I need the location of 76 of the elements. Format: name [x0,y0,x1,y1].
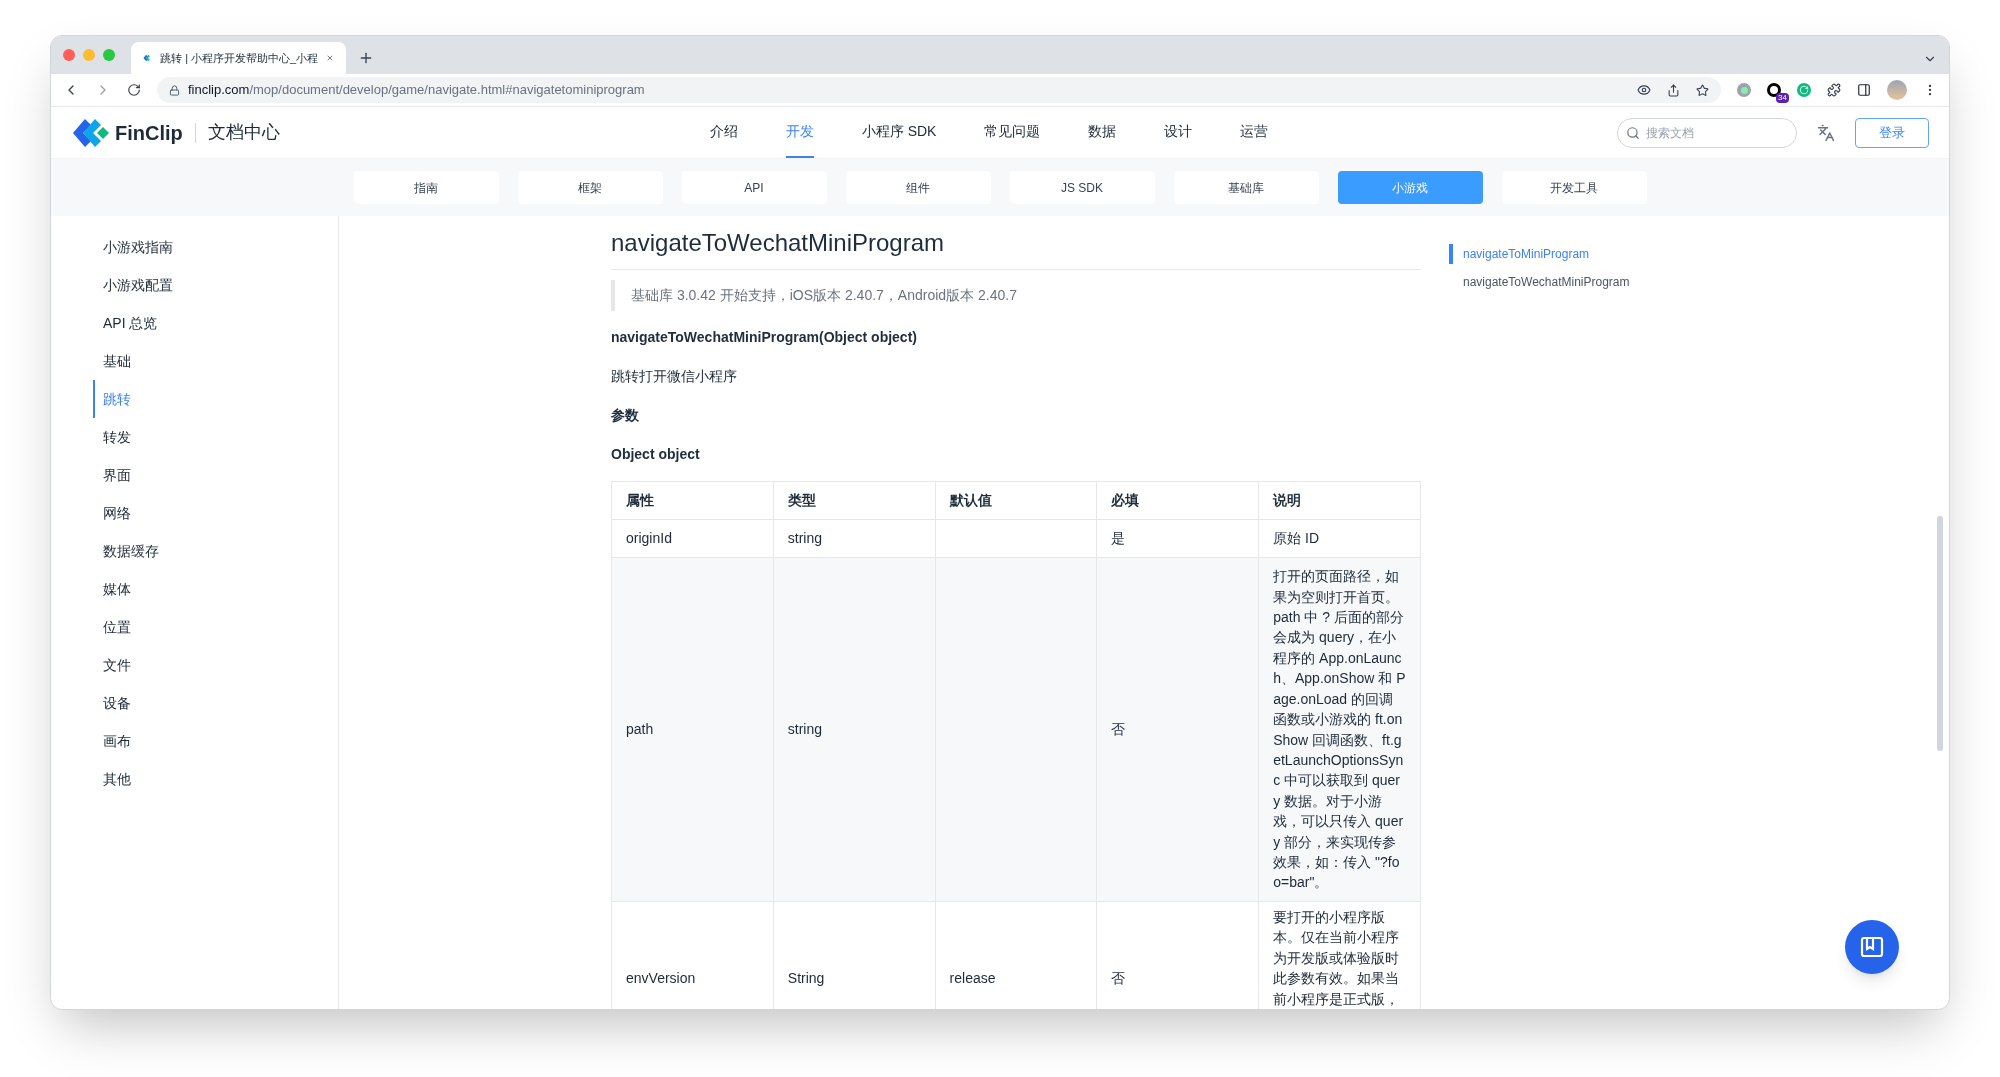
extension-circle-icon[interactable] [1737,83,1751,97]
sidebar-item[interactable]: 跳转 [93,380,338,418]
site-favicon-icon [143,52,153,64]
nav-link[interactable]: 数据 [1088,107,1117,158]
table-cell: string [773,519,936,558]
nav-link[interactable]: 介绍 [709,107,738,158]
table-cell: string [773,557,936,902]
url-text: finclip.com/mop/document/develop/game/navigate.html#navigatetominiprogram [188,81,645,100]
nav-link[interactable]: 常见问题 [984,107,1041,158]
book-icon [1859,934,1885,960]
sidebar-item[interactable]: 小游戏配置 [93,266,338,304]
subnav-tab[interactable]: JS SDK [1009,171,1155,204]
side-panel-icon[interactable] [1857,83,1871,97]
sidebar-item[interactable]: 小游戏指南 [93,228,338,266]
sidebar-item[interactable]: API 总览 [93,304,338,342]
search-field[interactable]: 搜索文档 [1617,117,1797,148]
subnav-tab[interactable]: API [681,171,827,204]
column-header: 默认值 [935,481,1097,520]
brand-name: FinClip [115,120,183,146]
table-cell: 原始 ID [1258,519,1421,558]
floating-help-button[interactable] [1845,920,1899,974]
subnav-tab[interactable]: 框架 [517,171,663,204]
login-button[interactable]: 登录 [1855,117,1929,148]
table-cell: envVersion [611,901,774,1009]
lock-icon [169,84,180,96]
sidebar-item[interactable]: 网络 [93,494,338,532]
sidebar-item[interactable]: 位置 [93,608,338,646]
object-heading: Object object [611,445,701,464]
nav-link[interactable]: 运营 [1240,107,1269,158]
scrollbar-thumb[interactable] [1937,516,1943,751]
sidebar-item[interactable]: 界面 [93,456,338,494]
column-header: 说明 [1258,481,1421,520]
table-cell: 打开的页面路径，如果为空则打开首页。path 中 ? 后面的部分会成为 query，在小程序的 App.onLaunch、App.onShow 和 Page.onLoad 的回调函数或小游戏的 ft.onShow 回调函数、ft.getLaunchOptionsSync 中可以获取到 query 数据。对于小游戏，可以只传入 query 部分，来实现传参效果，如：传入 "?foo=bar"。 [1258,557,1421,902]
address-bar[interactable]: finclip.com/mop/document/develop/game/navigate.html#navigatetominiprogram [157,77,1721,103]
site-section-title: 文档中心 [207,121,280,144]
method-description: 跳转打开微信小程序 [611,367,738,386]
subnav-tab[interactable]: 组件 [845,171,991,204]
table-cell: 是 [1096,519,1259,558]
table-cell: 否 [1096,557,1259,902]
eye-icon[interactable] [1637,83,1651,97]
sidebar-item[interactable]: 转发 [93,418,338,456]
nav-link[interactable]: 小程序 SDK [861,107,937,158]
search-icon [1626,125,1640,140]
sidebar-item[interactable]: 设备 [93,684,338,722]
translate-icon[interactable] [1817,123,1835,142]
tab-title: 跳转 | 小程序开发帮助中心_小程 [160,50,319,66]
subnav-tab[interactable]: 基础库 [1173,171,1319,204]
column-header: 属性 [611,481,774,520]
nav-link[interactable]: 设计 [1164,107,1193,158]
sidebar-item[interactable]: 媒体 [93,570,338,608]
extension-badge: 34 [1776,93,1789,103]
version-note: 基础库 3.0.42 开始支持，iOS版本 2.40.7，Android版本 2.40.7 [611,280,1421,311]
logo-icon [71,116,111,149]
reload-icon[interactable] [127,83,141,97]
sidebar-item[interactable]: 基础 [93,342,338,380]
table-cell: path [611,557,774,902]
toc-link[interactable]: navigateToMiniProgram [1449,244,1630,264]
subnav-tab[interactable]: 开发工具 [1501,171,1647,204]
sidebar-item[interactable]: 画布 [93,722,338,760]
method-signature: navigateToWechatMiniProgram(Object object) [611,328,918,347]
extensions-puzzle-icon[interactable] [1827,83,1841,97]
sidebar-item[interactable]: 其他 [93,760,338,798]
share-icon[interactable] [1667,83,1680,97]
page-title: navigateToWechatMiniProgram [611,225,1421,270]
sidebar-item[interactable]: 文件 [93,646,338,684]
params-heading: 参数 [611,406,640,425]
toc-link[interactable]: navigateToWechatMiniProgram [1449,272,1630,292]
bookmark-star-icon[interactable] [1696,83,1709,97]
sidebar-item[interactable]: 数据缓存 [93,532,338,570]
new-tab-icon[interactable] [358,50,374,66]
sync-extension-icon[interactable] [1797,83,1811,97]
browser-tab[interactable]: 跳转 | 小程序开发帮助中心_小程 [131,42,346,74]
column-header: 必填 [1096,481,1259,520]
column-header: 类型 [773,481,936,520]
subnav-tab[interactable]: 指南 [353,171,499,204]
table-cell: originId [611,519,774,558]
